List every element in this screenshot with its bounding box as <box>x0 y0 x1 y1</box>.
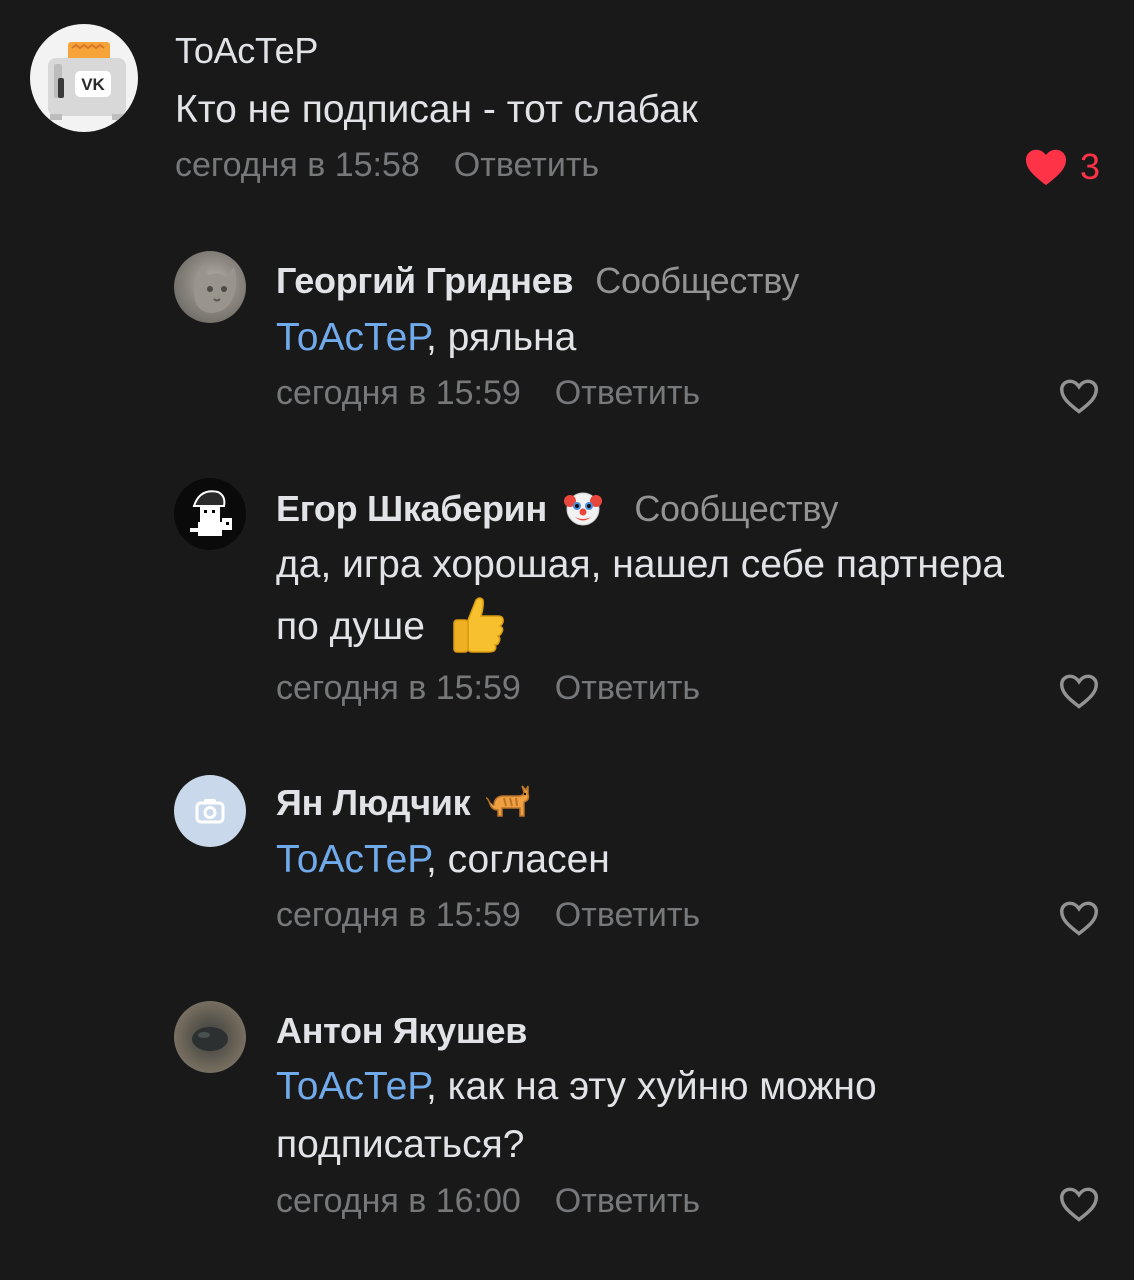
avatar-georgy[interactable] <box>174 251 246 323</box>
comment-meta: сегодня в 15:59 Ответить <box>276 896 700 935</box>
reply-button[interactable]: Ответить <box>555 374 700 412</box>
comment-author[interactable]: ТоАсТеР <box>175 30 318 72</box>
avatar-egor[interactable] <box>174 478 246 550</box>
cat-emoji-icon <box>485 785 530 818</box>
heart-outline-icon <box>1059 901 1099 936</box>
camera-icon <box>195 799 225 824</box>
comment-text-line-1: ТоАсТеР, как на эту хуйню можно <box>276 1065 877 1108</box>
reply-button[interactable]: Ответить <box>555 1182 700 1220</box>
comment-meta: сегодня в 15:59 Ответить <box>276 374 700 413</box>
comment-author[interactable]: Антон Якушев <box>276 1010 527 1052</box>
comment-timestamp: сегодня в 15:59 <box>276 669 521 707</box>
comment-text-line-2: по душе <box>276 596 508 657</box>
like-button[interactable] <box>1058 672 1100 710</box>
comment-text: ТоАсТеР, ряльна <box>276 316 577 359</box>
comment-author[interactable]: Ян Людчик <box>276 782 532 824</box>
like-button[interactable]: 3 <box>1024 146 1100 188</box>
comment-meta: сегодня в 15:58 Ответить <box>175 146 599 185</box>
clown-face-emoji-icon <box>563 492 602 526</box>
reply-button[interactable]: Ответить <box>454 146 599 184</box>
heart-outline-icon <box>1059 674 1099 709</box>
cat-photo-icon <box>194 265 236 313</box>
comment-author[interactable]: Егор Шкаберин Сообществу <box>276 488 838 530</box>
thumbs-up-emoji-icon <box>452 596 504 653</box>
comment-meta: сегодня в 15:59 Ответить <box>276 669 700 708</box>
like-button[interactable] <box>1058 1185 1100 1223</box>
pixel-art-icon <box>190 490 232 536</box>
comment-timestamp: сегодня в 15:59 <box>276 374 521 412</box>
reply-recipient: Сообществу <box>634 488 839 529</box>
heart-outline-icon <box>1059 379 1099 414</box>
like-count: 3 <box>1080 146 1101 187</box>
comment-text: Кто не подписан - тот слабак <box>175 88 698 131</box>
avatar-toaster[interactable]: VK <box>30 24 138 132</box>
comment-text-line-2: подписаться? <box>276 1123 525 1166</box>
avatar-yan[interactable] <box>174 775 246 847</box>
reply-recipient: Сообществу <box>595 260 799 301</box>
comment-text: ТоАсТеР, согласен <box>276 838 610 881</box>
avatar-anton[interactable] <box>174 1001 246 1073</box>
reply-button[interactable]: Ответить <box>555 669 700 707</box>
heart-filled-icon <box>1026 149 1066 186</box>
toaster-logo-icon: VK <box>48 42 126 120</box>
reply-button[interactable]: Ответить <box>555 896 700 934</box>
photo-thumbnail-icon <box>192 1027 228 1051</box>
comment-text-line-1: да, игра хорошая, нашел себе партнера <box>276 543 1005 586</box>
comment-timestamp: сегодня в 15:59 <box>276 896 521 934</box>
comment-author[interactable]: Георгий Гриднев Сообществу <box>276 260 799 302</box>
comment-meta: сегодня в 16:00 Ответить <box>276 1182 700 1221</box>
mention-link[interactable]: ТоАсТеР <box>276 316 426 359</box>
mention-link[interactable]: ТоАсТеР <box>276 838 426 881</box>
comment-timestamp: сегодня в 15:58 <box>175 146 420 184</box>
heart-outline-icon <box>1059 1187 1099 1222</box>
like-button[interactable] <box>1058 899 1100 937</box>
mention-link[interactable]: ТоАсТеР <box>276 1065 426 1108</box>
svg-text:VK: VK <box>81 75 105 94</box>
like-button[interactable] <box>1058 377 1100 415</box>
comment-timestamp: сегодня в 16:00 <box>276 1182 521 1220</box>
